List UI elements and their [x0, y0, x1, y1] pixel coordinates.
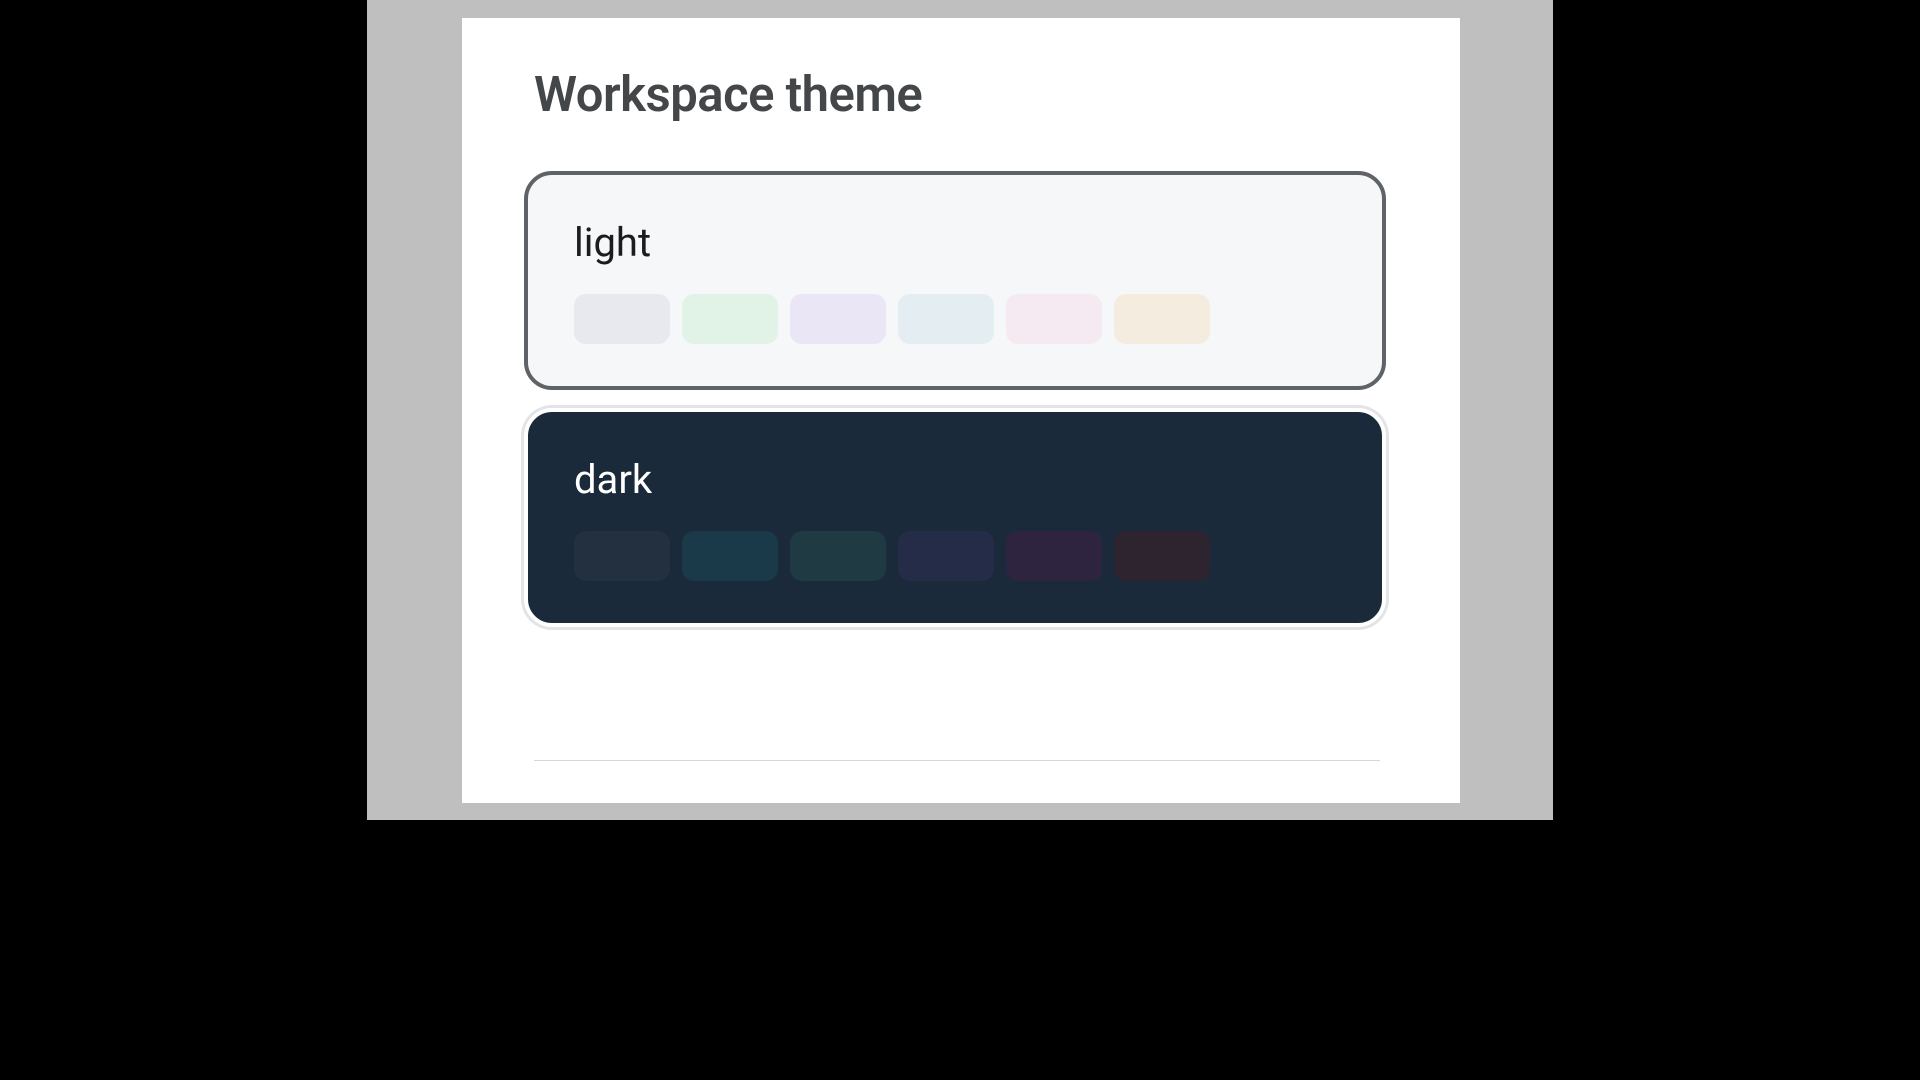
viewport: Workspace theme light dark — [232, 0, 1688, 820]
swatch-dark-0 — [574, 531, 670, 581]
theme-option-dark[interactable]: dark — [524, 408, 1386, 627]
swatch-row-dark — [574, 531, 1342, 581]
swatch-dark-4 — [1006, 531, 1102, 581]
theme-label-dark: dark — [574, 456, 1342, 503]
section-divider — [534, 760, 1380, 761]
theme-label-light: light — [574, 219, 1342, 266]
swatch-light-1 — [682, 294, 778, 344]
swatch-light-2 — [790, 294, 886, 344]
theme-option-light[interactable]: light — [524, 171, 1386, 390]
swatch-light-5 — [1114, 294, 1210, 344]
swatch-light-4 — [1006, 294, 1102, 344]
swatch-light-3 — [898, 294, 994, 344]
swatch-dark-1 — [682, 531, 778, 581]
swatch-dark-3 — [898, 531, 994, 581]
settings-panel: Workspace theme light dark — [462, 18, 1460, 803]
section-title: Workspace theme — [534, 66, 1460, 123]
swatch-light-0 — [574, 294, 670, 344]
swatch-dark-2 — [790, 531, 886, 581]
swatch-dark-5 — [1114, 531, 1210, 581]
swatch-row-light — [574, 294, 1342, 344]
